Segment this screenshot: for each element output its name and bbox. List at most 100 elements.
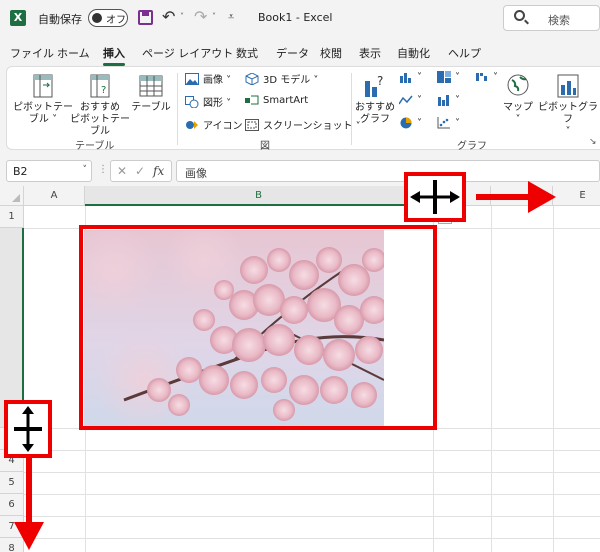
undo-icon[interactable]: ↶ xyxy=(162,7,175,26)
row-header-1[interactable]: 1 xyxy=(0,206,24,228)
gridline xyxy=(24,494,600,495)
table-group-label: テーブル xyxy=(75,141,115,152)
bar-chart-icon xyxy=(437,94,451,106)
tab-help[interactable]: ヘルプ xyxy=(448,45,481,61)
waterfall-chart-button[interactable]: ˅ xyxy=(475,71,498,83)
svg-text:?: ? xyxy=(377,74,383,88)
save-icon[interactable] xyxy=(138,10,153,25)
formula-buttons: ✕ ✓ fx xyxy=(110,160,172,182)
ribbon-divider xyxy=(351,73,352,145)
image-label: 画像 ˅ xyxy=(203,75,232,86)
image-button[interactable]: 画像 ˅ xyxy=(185,71,231,86)
hierarchy-chart-button[interactable]: ˅ xyxy=(437,71,460,83)
customize-quick-access-icon[interactable]: ⩡ xyxy=(228,10,234,24)
recommended-pivot-icon: ? xyxy=(87,73,113,99)
screenshot-label: スクリーンショット ˅ xyxy=(263,121,361,132)
tab-view[interactable]: 表示 xyxy=(359,45,381,61)
smartart-button[interactable]: SmartArt xyxy=(245,94,308,106)
bar-chart-button[interactable]: ˅ xyxy=(437,94,460,106)
formula-bar: B2 ˅ ⋮ ✕ ✓ fx 画像 xyxy=(0,158,600,184)
insert-function-icon[interactable]: fx xyxy=(153,164,164,178)
gridline xyxy=(24,516,600,517)
search-placeholder: 検索 xyxy=(548,14,570,27)
recommended-charts-label-1: おすすめ xyxy=(355,102,395,113)
3d-model-icon xyxy=(245,71,259,86)
waterfall-chart-icon xyxy=(475,71,489,83)
name-box[interactable]: B2 ˅ xyxy=(6,160,92,182)
cancel-icon[interactable]: ✕ xyxy=(117,164,127,178)
formula-input[interactable]: 画像 xyxy=(176,160,600,182)
autosave-label: 自動保存 xyxy=(38,13,82,26)
pivot-table-label-2: ブル ˅ xyxy=(28,114,58,125)
tab-page-layout[interactable]: ページ レイアウト xyxy=(142,45,233,61)
gridline xyxy=(24,450,600,451)
icons-icon xyxy=(185,119,199,131)
chevron-down-icon: ˅ xyxy=(493,71,498,83)
hierarchy-chart-icon xyxy=(437,71,451,83)
search-box[interactable]: 検索 xyxy=(503,5,600,31)
svg-text:?: ? xyxy=(101,85,106,96)
pie-chart-button[interactable]: ˅ xyxy=(399,117,422,129)
pivot-chart-label-1: ピボットグラフ xyxy=(538,102,598,125)
gridline xyxy=(24,538,600,539)
pivot-table-button[interactable]: ピボットテー ブル ˅ xyxy=(13,73,73,126)
shapes-label: 図形 ˅ xyxy=(203,98,232,109)
chevron-down-icon: ˅ xyxy=(417,71,422,83)
maps-button[interactable]: マップ ˅ xyxy=(503,73,533,126)
column-resize-cursor-icon xyxy=(410,180,460,214)
tab-review[interactable]: 校閲 xyxy=(320,45,342,61)
recommended-charts-label-2: グラフ xyxy=(360,114,390,125)
tab-data[interactable]: データ xyxy=(276,45,309,61)
smartart-label: SmartArt xyxy=(263,94,309,106)
column-header-e[interactable]: E xyxy=(553,186,600,206)
row-resize-cursor-icon xyxy=(14,406,42,452)
row-header-6[interactable]: 6 xyxy=(0,494,24,516)
drag-handle-icon[interactable]: ⋮ xyxy=(98,164,108,175)
gridline xyxy=(553,206,554,552)
arrow-down-icon xyxy=(14,522,44,550)
screenshot-button[interactable]: スクリーンショット ˅ xyxy=(245,117,361,132)
shapes-icon xyxy=(185,95,199,108)
tab-automate[interactable]: 自動化 xyxy=(397,45,430,61)
column-header-b[interactable]: B xyxy=(85,186,433,206)
enter-icon[interactable]: ✓ xyxy=(135,164,145,178)
gridline xyxy=(24,472,600,473)
pivot-chart-button[interactable]: ピボットグラフ ˅ xyxy=(535,73,600,138)
dialog-launcher-icon[interactable]: ↘ xyxy=(589,137,597,147)
search-icon xyxy=(514,10,525,21)
maps-label-1: マップ xyxy=(503,102,533,113)
column-chart-button[interactable]: ˅ xyxy=(399,71,422,83)
pivot-table-icon xyxy=(30,73,56,99)
scatter-chart-button[interactable]: ˅ xyxy=(437,117,460,129)
recommended-charts-icon: ? xyxy=(362,73,388,99)
select-all-corner[interactable] xyxy=(0,186,24,206)
undo-dropdown-icon[interactable]: ˅ xyxy=(180,12,184,21)
tab-file[interactable]: ファイル xyxy=(10,45,54,61)
scatter-chart-icon xyxy=(437,117,451,129)
recommended-pivot-label-2: ピボットテーブル xyxy=(70,114,130,137)
tab-formulas[interactable]: 数式 xyxy=(236,45,258,61)
illustrations-group-label: 図 xyxy=(260,141,270,152)
tab-home[interactable]: ホーム xyxy=(57,45,90,61)
chevron-down-icon: ˅ xyxy=(455,94,460,106)
redo-icon[interactable]: ↷ xyxy=(194,7,207,26)
icons-button[interactable]: アイコン xyxy=(185,117,243,132)
image-icon xyxy=(185,72,199,85)
autosave-toggle[interactable]: オフ xyxy=(88,9,128,27)
3d-model-button[interactable]: 3D モデル ˅ xyxy=(245,71,318,86)
toggle-knob xyxy=(92,13,102,23)
line-chart-button[interactable]: ˅ xyxy=(398,94,422,106)
recommended-pivot-button[interactable]: ? おすすめ ピボットテーブル xyxy=(69,73,131,138)
row-header-5[interactable]: 5 xyxy=(0,472,24,494)
row-header-2[interactable]: 2 xyxy=(0,228,24,428)
table-button[interactable]: テーブル xyxy=(131,73,171,114)
table-icon xyxy=(138,73,164,99)
shapes-button[interactable]: 図形 ˅ xyxy=(185,94,231,109)
redo-dropdown-icon[interactable]: ˅ xyxy=(212,12,216,21)
gridline xyxy=(491,206,492,552)
column-header-a[interactable]: A xyxy=(24,186,85,206)
recommended-charts-button[interactable]: ? おすすめ グラフ xyxy=(355,73,395,126)
tab-insert[interactable]: 挿入 xyxy=(103,45,125,66)
pie-chart-icon xyxy=(399,117,413,129)
recommended-pivot-label-1: おすすめ xyxy=(80,102,120,113)
